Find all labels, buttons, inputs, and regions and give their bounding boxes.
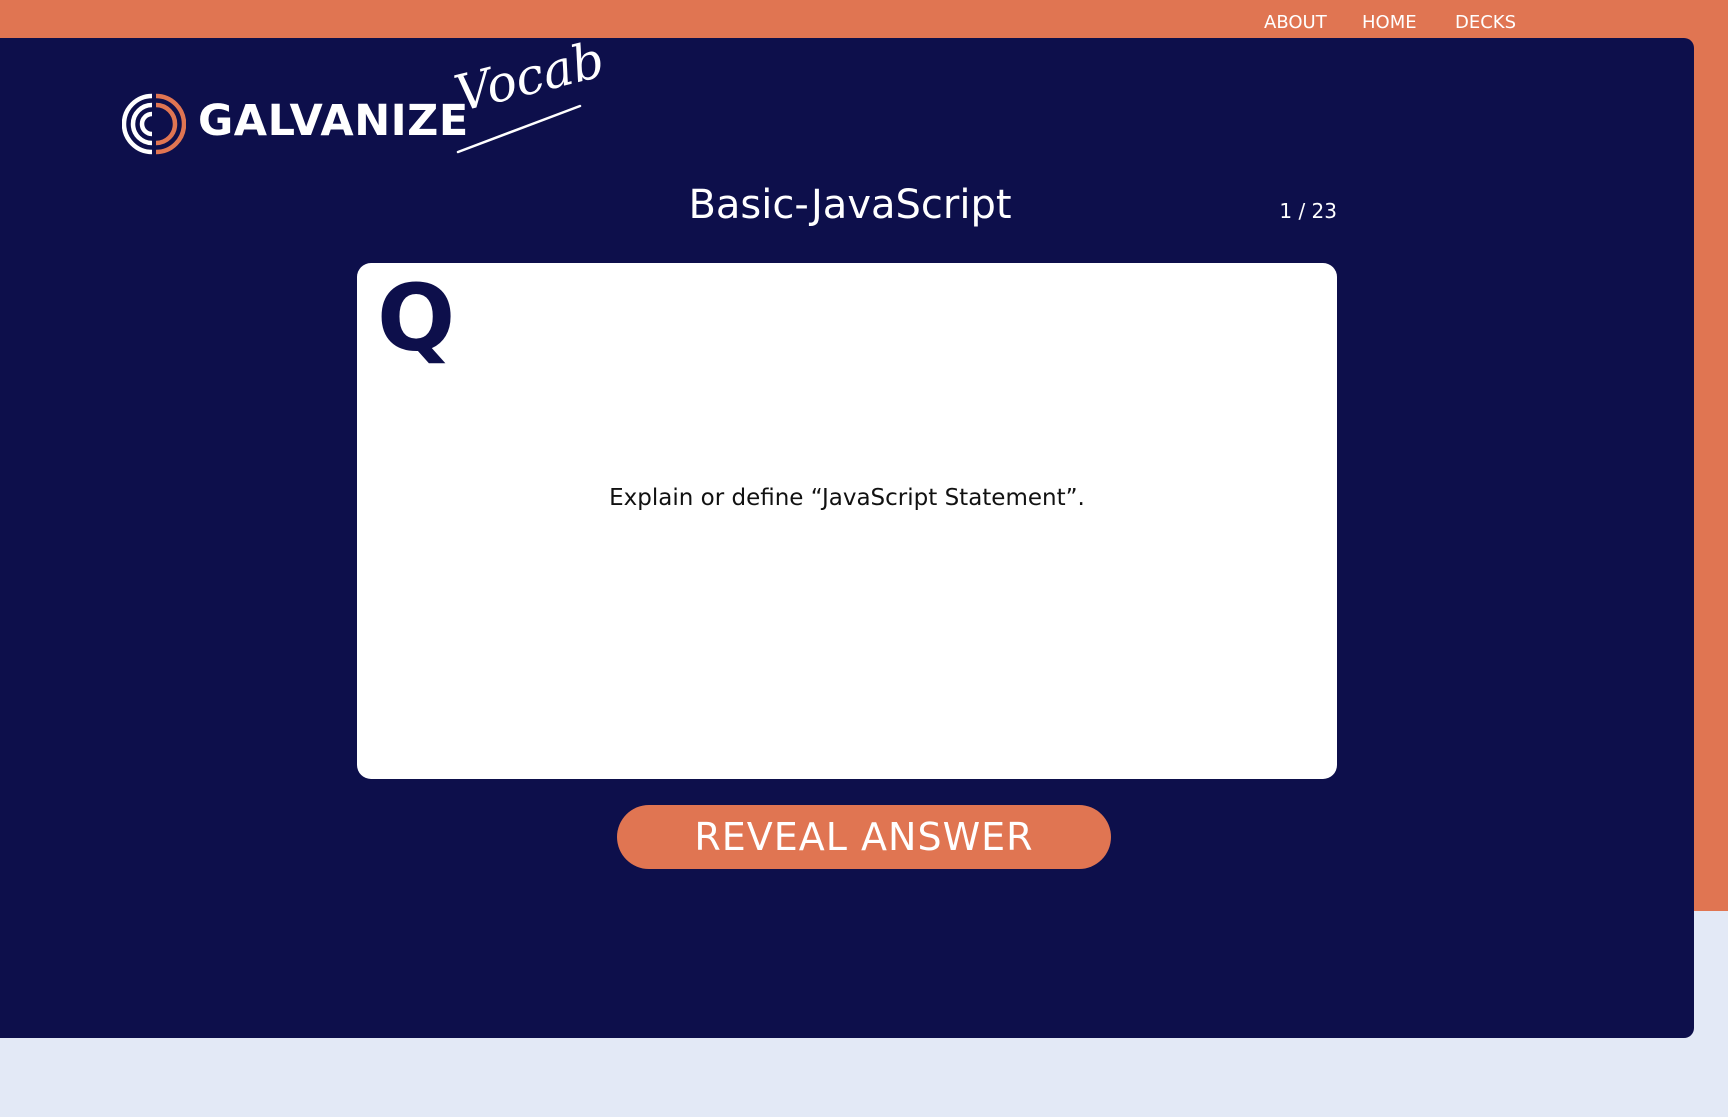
brand-name: GALVANIZE (198, 96, 469, 146)
nav-link-decks[interactable]: DECKS (1455, 12, 1516, 33)
page: ABOUT HOME DECKS GALVANIZE Vocab Basic-J… (0, 0, 1728, 1117)
brand-script-wordmark: Vocab (449, 30, 610, 156)
script-underline-icon (456, 104, 582, 154)
card-counter: 1 / 23 (1279, 199, 1337, 223)
flashcard: Q Explain or define “JavaScript Statemen… (357, 263, 1337, 779)
nav-link-about[interactable]: ABOUT (1264, 12, 1327, 33)
deck-title: Basic-JavaScript (688, 182, 1012, 228)
question-marker: Q (377, 265, 456, 372)
site-logo[interactable]: GALVANIZE Vocab (122, 30, 610, 156)
nav-link-home[interactable]: HOME (1362, 12, 1417, 33)
card-question-text: Explain or define “JavaScript Statement”… (609, 485, 1085, 511)
reveal-answer-button[interactable]: REVEAL ANSWER (617, 805, 1111, 869)
galvanize-circle-logo-icon (122, 93, 186, 155)
top-navigation: ABOUT HOME DECKS (0, 0, 1728, 38)
